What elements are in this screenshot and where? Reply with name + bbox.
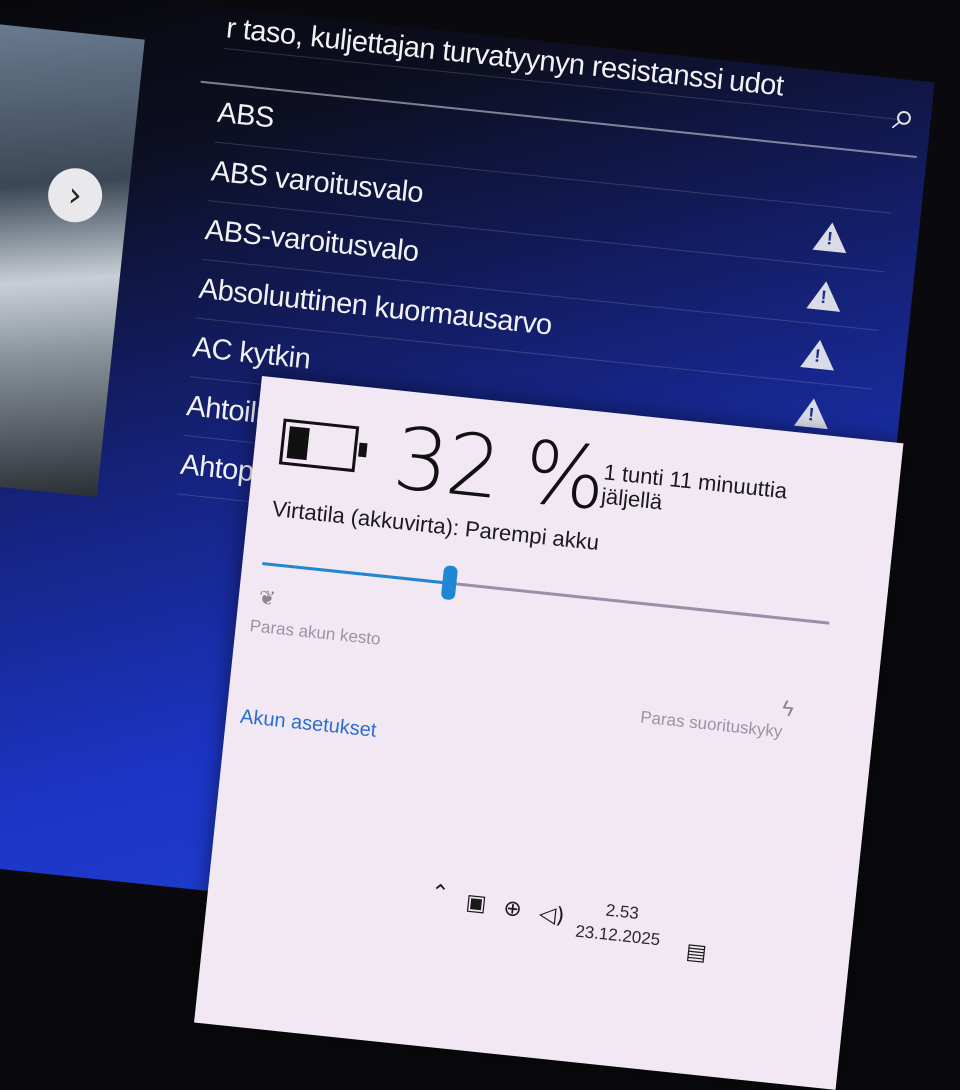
battery-flyout: 32 % 1 tunti 11 minuuttia jäljellä Virta…	[194, 376, 904, 1090]
speaker-icon[interactable]: ◁)	[538, 902, 566, 930]
leaf-battery-saver-icon: ❦	[257, 586, 277, 611]
battery-plug-icon[interactable]: ▣	[465, 890, 488, 917]
best-performance-label: Paras suorituskyky	[639, 707, 784, 742]
battery-level-fill	[286, 426, 310, 461]
slider-fill	[262, 562, 450, 585]
battery-icon	[278, 418, 368, 473]
best-battery-label: Paras akun kesto	[248, 616, 382, 649]
power-mode-slider[interactable]	[262, 562, 830, 625]
warning-icon: !	[794, 396, 831, 429]
car-image	[0, 19, 145, 498]
globe-icon[interactable]: ⊕	[502, 896, 523, 923]
warning-icon: !	[800, 337, 838, 370]
battery-terminal	[358, 442, 368, 458]
chevron-up-icon[interactable]: ⌃	[429, 880, 450, 907]
warning-icon: !	[812, 220, 850, 253]
slider-thumb[interactable]	[440, 565, 459, 601]
battery-settings-link[interactable]: Akun asetukset	[239, 706, 377, 743]
lightning-bolt-icon: ϟ	[780, 695, 796, 722]
clock-time[interactable]: 2.53	[605, 901, 640, 924]
clock-date[interactable]: 23.12.2025	[574, 922, 661, 951]
notification-icon[interactable]: ▤	[685, 939, 708, 966]
time-remaining: 1 tunti 11 minuuttia jäljellä	[600, 459, 789, 515]
warning-icon: !	[806, 278, 844, 312]
chevron-right-icon: ›	[66, 174, 84, 216]
